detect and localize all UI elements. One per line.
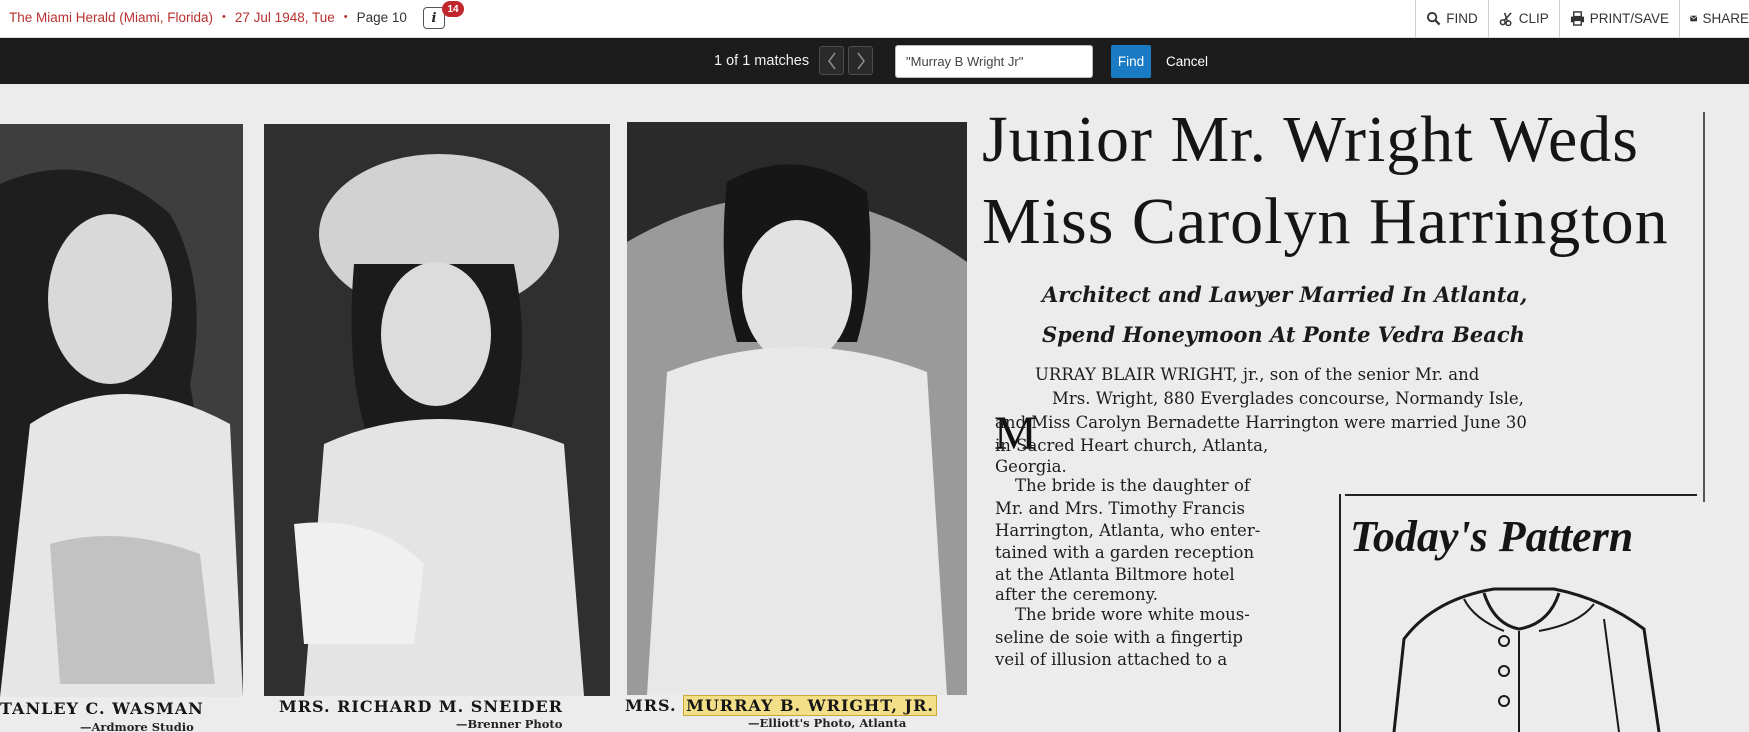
print-save-label: PRINT/SAVE <box>1589 11 1669 26</box>
subheadline-2: Spend Honeymoon At Ponte Vedra Beach <box>1042 322 1525 347</box>
column-rule <box>1703 112 1705 502</box>
share-label: SHARE <box>1702 11 1749 26</box>
shirt-pattern-drawing <box>1392 587 1661 732</box>
article-line-14: veil of illusion attached to a <box>995 650 1228 669</box>
article-line-3: and Miss Carolyn Bernadette Harrington w… <box>995 413 1527 432</box>
publication-link[interactable]: The Miami Herald (Miami, Florida) <box>9 10 213 25</box>
article-line-6: The bride is the daughter of <box>1015 476 1250 495</box>
pattern-top-rule <box>1345 494 1697 496</box>
chevron-left-icon <box>827 52 836 69</box>
clip-tool-button[interactable]: CLIP <box>1487 0 1559 37</box>
match-count: 1 of 1 matches <box>714 53 810 69</box>
photo-caption-2: MRS. RICHARD M. SNEIDER <box>279 697 563 716</box>
caption-prefix: MRS. <box>625 696 677 715</box>
bride-photo-1 <box>0 124 243 697</box>
photo-credit-3: —Elliott's Photo, Atlanta <box>748 716 907 730</box>
article-line-12: The bride wore white mous- <box>1015 605 1250 624</box>
find-button[interactable]: Find <box>1111 45 1151 78</box>
next-match-button[interactable] <box>848 46 873 75</box>
envelope-icon <box>1690 15 1698 22</box>
info-icon: i <box>431 10 437 26</box>
top-bar: The Miami Herald (Miami, Florida) • 27 J… <box>0 0 1749 38</box>
bride-photo-3 <box>627 122 967 695</box>
bride-photo-2 <box>264 124 610 696</box>
pattern-left-rule <box>1339 494 1341 732</box>
photo-credit-2: —Brenner Photo <box>456 717 563 731</box>
share-button[interactable]: SHARE <box>1679 0 1749 37</box>
date-link[interactable]: 27 Jul 1948, Tue <box>235 10 335 25</box>
cancel-button[interactable]: Cancel <box>1159 45 1215 78</box>
separator-dot: • <box>343 11 348 23</box>
search-icon <box>1427 11 1441 26</box>
search-input[interactable] <box>895 45 1093 78</box>
chevron-right-icon <box>856 52 865 69</box>
photo-caption-3: MRS. MURRAY B. WRIGHT, JR. <box>625 695 937 716</box>
printer-icon <box>1570 11 1584 26</box>
photo-credit-1: —Ardmore Studio <box>80 720 194 732</box>
pattern-title: Today's Pattern <box>1350 512 1634 561</box>
subheadline-1: Architect and Lawyer Married In Atlanta, <box>1042 282 1528 307</box>
page-number: Page 10 <box>356 9 407 25</box>
toolbar: FIND CLIP PRINT/SAVE SHARE <box>1415 0 1749 37</box>
headline-line-2: Miss Carolyn Harrington <box>982 185 1669 258</box>
find-tool-button[interactable]: FIND <box>1415 0 1488 37</box>
notification-badge: 14 <box>442 1 464 17</box>
find-bar: 1 of 1 matches Find Cancel <box>0 38 1749 84</box>
search-match-highlight[interactable]: MURRAY B. WRIGHT, JR. <box>683 695 937 716</box>
print-save-button[interactable]: PRINT/SAVE <box>1558 0 1679 37</box>
article-line-2: Mrs. Wright, 880 Everglades concourse, N… <box>1052 389 1524 408</box>
clip-tool-label: CLIP <box>1518 11 1549 26</box>
find-tool-label: FIND <box>1446 11 1478 26</box>
breadcrumb: The Miami Herald (Miami, Florida) • 27 J… <box>9 0 407 34</box>
newspaper-page-viewer[interactable]: TANLEY C. WASMAN —Ardmore Studio MRS. RI… <box>0 84 1749 732</box>
article-line-1: URRAY BLAIR WRIGHT, jr., son of the seni… <box>1035 365 1480 384</box>
headline-line-1: Junior Mr. Wright Weds <box>982 103 1639 176</box>
previous-match-button[interactable] <box>819 46 844 75</box>
photo-caption-1: TANLEY C. WASMAN <box>0 699 204 718</box>
separator-dot: • <box>222 11 226 23</box>
scissors-icon <box>1499 12 1512 26</box>
